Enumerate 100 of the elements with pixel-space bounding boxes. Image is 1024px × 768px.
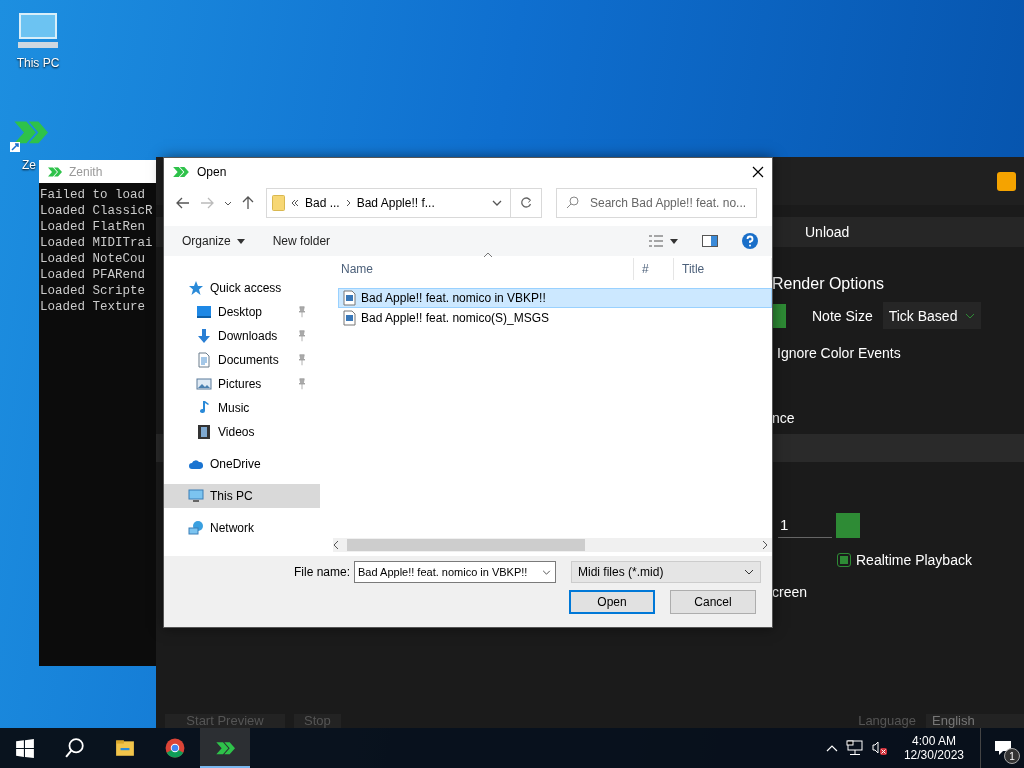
folder-icon <box>114 738 136 758</box>
file-row[interactable]: Bad Apple!! feat. nomico(S)_MSGS <box>338 308 772 328</box>
view-menu[interactable] <box>648 234 678 248</box>
down-arrow-icon <box>196 328 212 344</box>
nav-item[interactable]: Downloads <box>164 324 320 348</box>
console-line: Loaded FlatRen <box>40 219 147 235</box>
breadcrumb-item[interactable]: Bad ... <box>305 196 340 210</box>
chevron-left-icon <box>333 540 339 550</box>
column-header[interactable]: Name <box>333 258 634 280</box>
preview-pane-icon[interactable] <box>702 235 718 247</box>
console-line: Loaded Scripte <box>40 283 147 299</box>
nav-item[interactable]: Desktop <box>164 300 320 324</box>
chevron-right-icon <box>762 540 768 550</box>
option-label: creen <box>772 584 809 600</box>
help-icon[interactable] <box>742 233 758 249</box>
number-field[interactable]: 1 <box>778 512 832 538</box>
file-type-dropdown[interactable]: Midi files (*.mid) <box>571 561 762 583</box>
address-bar[interactable]: Bad ... Bad Apple!! f... <box>266 188 511 218</box>
midi-file-icon <box>343 310 356 326</box>
column-header[interactable]: # <box>634 258 674 280</box>
chevron-down-icon <box>744 569 755 575</box>
field-label: File name: <box>294 565 351 579</box>
caret-down-icon <box>670 238 678 244</box>
horizontal-scrollbar[interactable] <box>333 538 772 552</box>
message-icon <box>993 740 1012 756</box>
nav-item[interactable]: Videos <box>164 420 320 444</box>
chevron-up-icon[interactable] <box>825 744 838 752</box>
chevron-logo-icon <box>47 165 63 178</box>
double-chevron-icon <box>291 199 299 207</box>
up-arrow-icon[interactable] <box>242 196 254 210</box>
nav-item[interactable]: Quick access <box>164 276 320 300</box>
section-heading: Render Options <box>772 275 886 294</box>
notification-button[interactable]: 1 <box>980 728 1024 768</box>
film-icon <box>196 424 212 440</box>
chevron-logo-icon <box>172 165 190 179</box>
note-size-dropdown[interactable]: Tick Based <box>882 302 981 329</box>
icon-label[interactable]: This PC <box>16 56 60 70</box>
console-line: Failed to load <box>40 187 147 203</box>
nav-item[interactable]: Pictures <box>164 372 320 396</box>
open-button[interactable]: Open <box>569 590 655 614</box>
breadcrumb-item[interactable]: Bad Apple!! f... <box>356 196 435 210</box>
list-view-icon <box>648 234 664 248</box>
window-title: Open <box>197 165 227 179</box>
checkbox-label: Realtime Playback <box>856 552 972 568</box>
chevron-down-icon[interactable] <box>492 200 502 206</box>
checkbox-label: Ignore Color Events <box>777 345 902 363</box>
console-line: Loaded MIDITrai <box>40 235 154 251</box>
language-dropdown[interactable]: English <box>926 714 1024 728</box>
monitor-icon <box>188 488 204 504</box>
folder-icon <box>272 195 285 211</box>
close-icon <box>752 166 764 178</box>
picture-icon <box>196 376 212 392</box>
square-status-icon <box>997 171 1016 191</box>
checkbox[interactable] <box>837 553 851 567</box>
window-title: Zenith <box>69 164 103 179</box>
taskbar-button[interactable] <box>200 728 250 768</box>
refresh-button[interactable] <box>511 188 542 218</box>
file-name-field[interactable]: Bad Apple!! feat. nomico in VBKP!! <box>354 561 557 583</box>
search-icon <box>64 738 86 758</box>
notification-count: 1 <box>1004 748 1020 764</box>
chevron-right-icon <box>345 199 351 207</box>
close-button[interactable] <box>752 166 764 178</box>
console-line: Loaded Texture <box>40 299 147 315</box>
field-label: Note Size <box>812 307 873 324</box>
nav-item[interactable]: Network <box>164 516 320 540</box>
clock[interactable]: 4:00 AM 12/30/2023 <box>895 734 972 762</box>
search-icon <box>566 196 579 209</box>
file-row[interactable]: Bad Apple!! feat. nomico in VBKP!! <box>338 288 772 308</box>
cancel-button[interactable]: Cancel <box>670 590 756 614</box>
new-folder-button[interactable]: New folder <box>272 234 331 248</box>
document-icon <box>196 352 212 368</box>
sort-caret-icon <box>483 252 493 258</box>
nav-item[interactable]: Documents <box>164 348 320 372</box>
spinner-button[interactable] <box>836 512 860 538</box>
monitor-icon <box>196 304 212 320</box>
midi-file-icon <box>343 290 356 306</box>
console-line: Loaded PFARend <box>40 267 147 283</box>
chevron-down-icon <box>542 569 552 575</box>
nav-item[interactable]: OneDrive <box>164 452 320 476</box>
refresh-icon <box>520 197 532 209</box>
star-icon <box>188 280 204 296</box>
chevron-down-icon[interactable] <box>224 200 232 206</box>
back-arrow-icon[interactable] <box>176 197 190 209</box>
chevron-down-icon <box>964 312 975 319</box>
network-icon <box>188 520 204 536</box>
windows-logo-icon <box>14 738 36 758</box>
network-icon[interactable] <box>845 740 864 756</box>
nav-item[interactable]: Music <box>164 396 320 420</box>
column-header[interactable]: Title <box>674 258 772 280</box>
console-line: Loaded ClassicR <box>40 203 154 219</box>
field-label: Language <box>858 714 916 728</box>
caret-down-icon <box>236 238 245 244</box>
chrome-icon <box>164 738 186 758</box>
search-field[interactable]: Search Bad Apple!! feat. no... <box>556 188 757 218</box>
muted-speaker-icon[interactable] <box>871 740 888 756</box>
unload-button[interactable]: Unload <box>805 220 850 244</box>
organize-menu[interactable]: Organize <box>182 234 245 248</box>
nav-item[interactable]: This PC <box>164 484 320 508</box>
icon-label[interactable]: Ze <box>22 158 36 172</box>
option-label: nce <box>772 410 796 428</box>
